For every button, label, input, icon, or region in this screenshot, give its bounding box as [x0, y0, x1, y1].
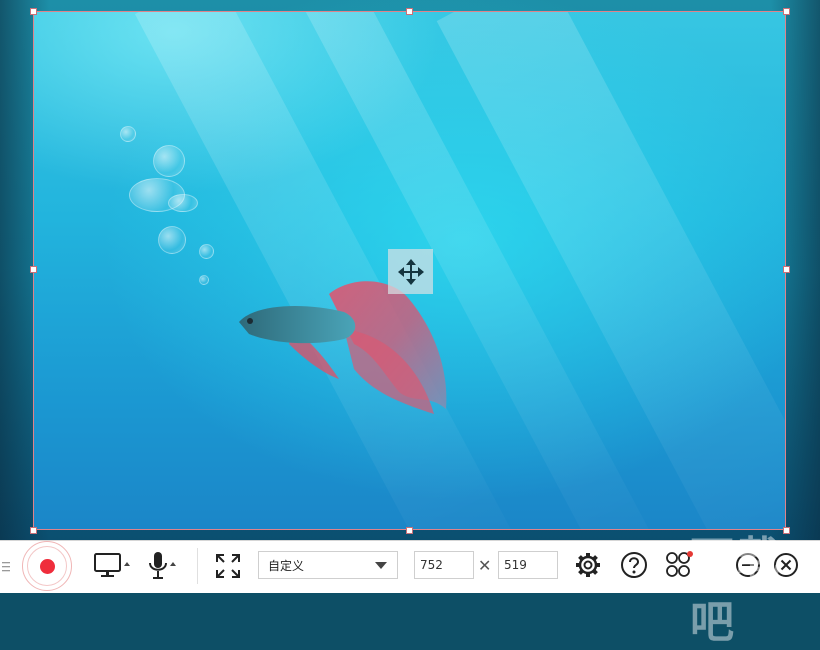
height-input[interactable]	[498, 551, 558, 579]
monitor-icon	[94, 553, 130, 577]
resize-handle-bottom[interactable]	[406, 527, 413, 534]
resize-handle-top[interactable]	[406, 8, 413, 15]
resize-handle-top-left[interactable]	[30, 8, 37, 15]
chevron-down-icon	[375, 562, 387, 569]
bubble	[120, 126, 136, 142]
question-icon	[621, 552, 647, 578]
capture-region[interactable]	[33, 11, 786, 530]
toolbar-divider	[197, 548, 198, 584]
toolbox-icon	[666, 551, 693, 577]
bubble	[168, 194, 198, 212]
move-arrows-icon	[397, 258, 424, 285]
toolbox-button[interactable]	[664, 549, 696, 579]
region-preset-value: 自定义	[268, 558, 305, 573]
close-icon	[774, 553, 798, 577]
width-input[interactable]	[414, 551, 474, 579]
settings-button[interactable]	[574, 551, 602, 579]
close-button[interactable]	[772, 551, 800, 579]
fullscreen-button[interactable]	[214, 552, 242, 580]
resize-handle-bottom-left[interactable]	[30, 527, 37, 534]
betta-fish-image	[239, 281, 447, 414]
help-button[interactable]	[620, 551, 648, 579]
resize-handle-left[interactable]	[30, 266, 37, 273]
audio-source-button[interactable]	[146, 550, 180, 582]
microphone-icon	[149, 552, 176, 579]
minimize-button[interactable]	[734, 551, 762, 579]
move-handle[interactable]	[388, 249, 433, 294]
screen-source-button[interactable]	[92, 551, 132, 581]
dimension-separator: ✕	[478, 556, 492, 575]
resize-handle-bottom-right[interactable]	[783, 527, 790, 534]
drag-grip-icon[interactable]	[2, 561, 10, 573]
record-icon	[39, 558, 55, 574]
fullscreen-icon	[216, 554, 240, 578]
gear-icon	[576, 553, 600, 577]
bubble	[199, 275, 209, 285]
record-button[interactable]	[22, 541, 72, 591]
resize-handle-right[interactable]	[783, 266, 790, 273]
minimize-icon	[736, 553, 760, 577]
bubble	[153, 145, 185, 177]
bubble	[158, 226, 186, 254]
region-preset-select[interactable]: 自定义	[258, 551, 398, 579]
resize-handle-top-right[interactable]	[783, 8, 790, 15]
bubble	[199, 244, 214, 259]
